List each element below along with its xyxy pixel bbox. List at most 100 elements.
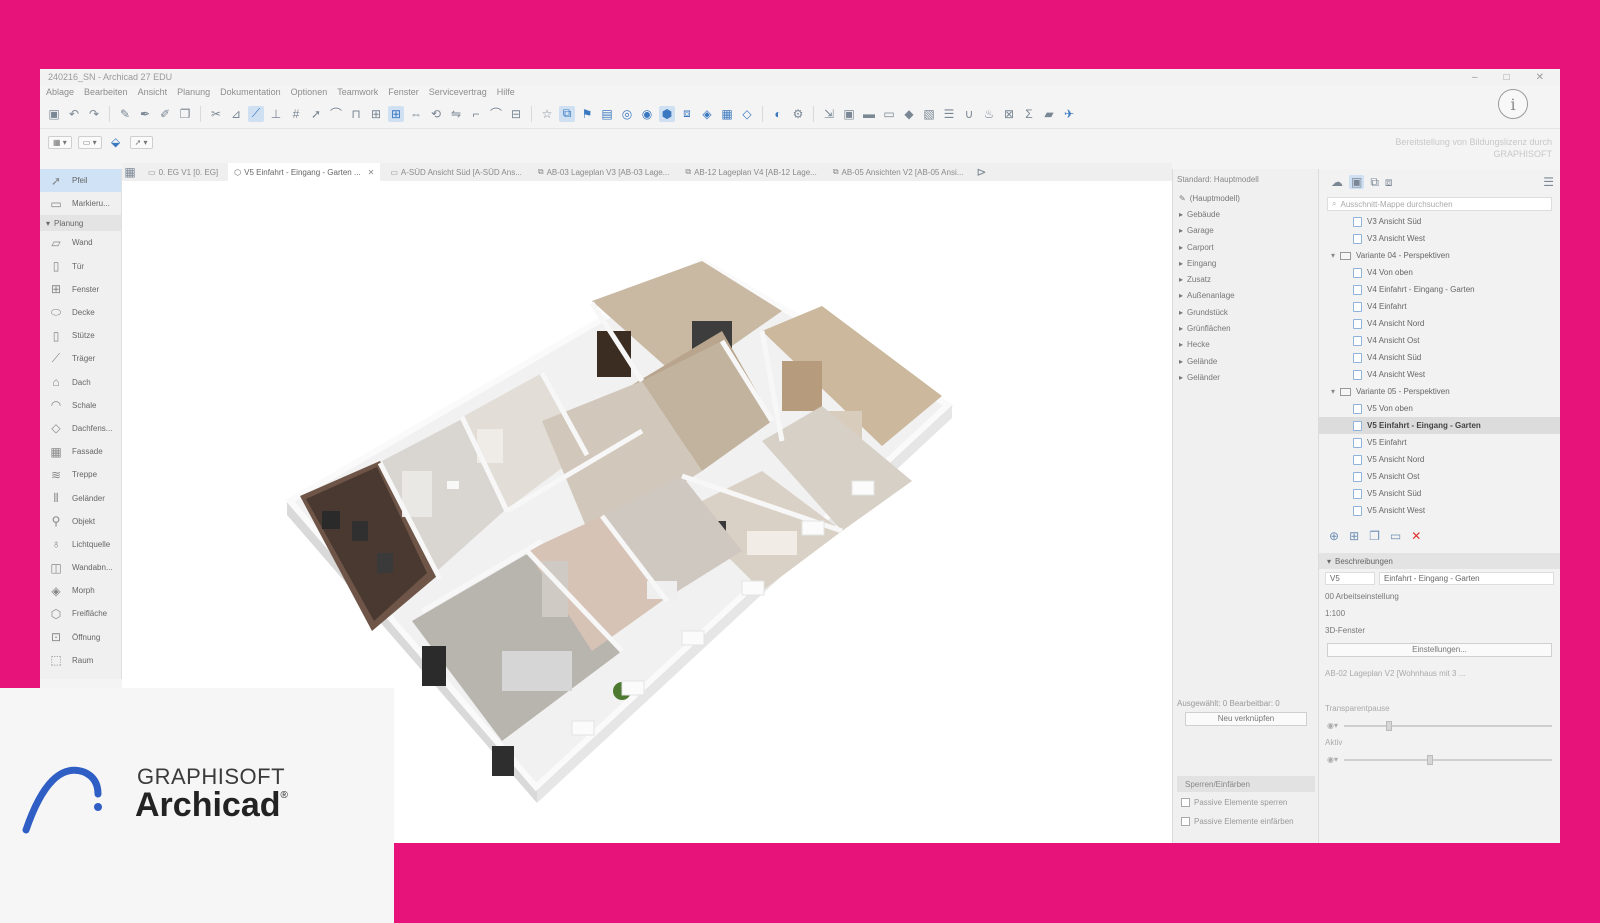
- layout-icon[interactable]: ⧉: [559, 105, 575, 122]
- clone-icon[interactable]: ❐: [1369, 529, 1380, 543]
- view-item[interactable]: V5 Ansicht Nord: [1319, 451, 1560, 468]
- chat-icon[interactable]: ▰: [1041, 106, 1057, 122]
- view-item[interactable]: V4 Ansicht Ost: [1319, 332, 1560, 349]
- view-item[interactable]: V4 Einfahrt: [1319, 298, 1560, 315]
- tab-item[interactable]: ⧉ AB-03 Lageplan V3 [AB-03 Lage...: [532, 163, 675, 181]
- menu-item[interactable]: Bearbeiten: [84, 87, 128, 97]
- brush-icon[interactable]: ✐: [157, 106, 173, 122]
- profile-icon[interactable]: ∪: [961, 106, 977, 122]
- favorites-icon[interactable]: ☆: [539, 106, 555, 122]
- tool-morph[interactable]: ◈ Morph: [40, 579, 121, 602]
- tool-railing[interactable]: ⫴ Geländer: [40, 486, 121, 509]
- view-id-field[interactable]: V5: [1325, 572, 1375, 585]
- lock-icon[interactable]: ⊓: [348, 106, 364, 122]
- view-item[interactable]: V5 Ansicht West: [1319, 502, 1560, 519]
- menu-item[interactable]: Ablage: [46, 87, 74, 97]
- navigator-item[interactable]: ▸ Geländer: [1173, 369, 1318, 385]
- calc-icon[interactable]: ⊠: [1001, 106, 1017, 122]
- menu-item[interactable]: Ansicht: [138, 87, 168, 97]
- view-folder[interactable]: ▾ Variante 04 - Perspektiven: [1319, 247, 1560, 264]
- list-icon[interactable]: ☰: [941, 106, 957, 122]
- active-slider[interactable]: ◉▾: [1319, 751, 1560, 768]
- transparency-slider[interactable]: ◉▾: [1319, 717, 1560, 734]
- view-name-field[interactable]: Einfahrt - Eingang - Garten: [1379, 572, 1554, 585]
- cloud-icon[interactable]: ☁: [1331, 175, 1343, 189]
- chevron-down-icon[interactable]: ▾: [1331, 251, 1335, 260]
- tool-door[interactable]: ▯ Tür: [40, 255, 121, 278]
- tool-stair[interactable]: ≋ Treppe: [40, 463, 121, 486]
- pointer-icon[interactable]: ➚: [308, 106, 324, 122]
- cut-icon[interactable]: ✂: [208, 106, 224, 122]
- table-icon[interactable]: ⊞: [368, 106, 384, 122]
- menu-item[interactable]: Planung: [177, 87, 210, 97]
- navigator-item[interactable]: ▸ Gelände: [1173, 353, 1318, 369]
- navigator-item[interactable]: ▸ Garage: [1173, 223, 1318, 239]
- view-item[interactable]: V5 Von oben: [1319, 400, 1560, 417]
- pipette-icon[interactable]: ✎: [117, 106, 133, 122]
- tool-skylight[interactable]: ◇ Dachfens...: [40, 417, 121, 440]
- close-icon[interactable]: ✕: [1536, 72, 1544, 83]
- menu-item[interactable]: Teamwork: [337, 87, 378, 97]
- menu-item[interactable]: Servicevertrag: [429, 87, 487, 97]
- 3d-icon[interactable]: ⬢: [659, 105, 675, 122]
- offset-icon[interactable]: ⌐: [468, 106, 484, 122]
- tool-roof[interactable]: ⌂ Dach: [40, 371, 121, 394]
- tool-slab[interactable]: ⬭ Decke: [40, 301, 121, 324]
- view-item[interactable]: V5 Ansicht Süd: [1319, 485, 1560, 502]
- document-icon[interactable]: ▦: [719, 106, 735, 122]
- selection-dropdown[interactable]: ➚ ▾: [129, 135, 153, 149]
- linked-layout[interactable]: AB-02 Lageplan V2 [Wohnhaus mit 3 ...: [1319, 661, 1560, 686]
- tool-window[interactable]: ⊞ Fenster: [40, 278, 121, 301]
- worksheet-icon[interactable]: ◈: [699, 106, 715, 122]
- tab-item[interactable]: ⧉ AB-12 Lageplan V4 [AB-12 Lage...: [679, 163, 822, 181]
- navigator-item[interactable]: ▸ Carport: [1173, 239, 1318, 255]
- navigator-item[interactable]: ▸ Grünflächen: [1173, 320, 1318, 336]
- tab-item-active[interactable]: ⬡ V5 Einfahrt - Eingang - Garten ... ✕: [228, 163, 381, 181]
- stretch-icon[interactable]: ⇔: [408, 106, 424, 122]
- tool-room[interactable]: ⬚ Raum: [40, 649, 121, 672]
- settings-button[interactable]: Einstellungen...: [1327, 643, 1552, 657]
- navigator-item[interactable]: ▸ Grundstück: [1173, 304, 1318, 320]
- copy-icon[interactable]: ❐: [177, 106, 193, 122]
- wall-tool-icon[interactable]: ▬: [861, 106, 877, 122]
- tab-menu-icon[interactable]: ⊳: [973, 164, 989, 180]
- tab-item[interactable]: ⧉ AB-05 Ansichten V2 [AB-05 Ansi...: [827, 163, 970, 181]
- view-folder[interactable]: ▾ Variante 05 - Perspektiven: [1319, 383, 1560, 400]
- grid-icon[interactable]: #: [288, 106, 304, 122]
- lock-section-header[interactable]: Sperren/Einfärben: [1177, 776, 1315, 792]
- pen-icon[interactable]: ✒: [137, 106, 153, 122]
- section-icon[interactable]: ◎: [619, 106, 635, 122]
- guide-icon[interactable]: ⊥: [268, 106, 284, 122]
- view-item[interactable]: V4 Ansicht Nord: [1319, 315, 1560, 332]
- panel-menu-icon[interactable]: ☰: [1543, 175, 1560, 189]
- flag-icon[interactable]: ⚑: [579, 106, 595, 122]
- fillet-icon[interactable]: ⌒: [488, 106, 504, 122]
- view-item[interactable]: V4 Von oben: [1319, 264, 1560, 281]
- roof-tool-icon[interactable]: ◆: [901, 106, 917, 122]
- chevron-down-icon[interactable]: ▾: [1331, 387, 1335, 396]
- view-item[interactable]: V4 Einfahrt - Eingang - Garten: [1319, 281, 1560, 298]
- menu-item[interactable]: Optionen: [291, 87, 328, 97]
- undo-icon[interactable]: ↶: [66, 106, 82, 122]
- rotate-icon[interactable]: ⟲: [428, 106, 444, 122]
- tool-wall[interactable]: ▱ Wand: [40, 231, 121, 254]
- lamp-toolbar-icon[interactable]: ♨: [981, 106, 997, 122]
- save-view-icon[interactable]: ⊞: [1349, 529, 1359, 543]
- detail-icon[interactable]: ⧈: [679, 106, 695, 122]
- line-tool-icon[interactable]: ⟋: [248, 105, 264, 122]
- magnet-icon[interactable]: ⌒: [328, 106, 344, 122]
- info-icon[interactable]: i: [1498, 89, 1528, 119]
- tool-curtain-wall[interactable]: ▦ Fassade: [40, 440, 121, 463]
- tool-column[interactable]: ▯ Stütze: [40, 324, 121, 347]
- color-passive-checkbox[interactable]: Passive Elemente einfärben: [1177, 811, 1315, 830]
- layer-dropdown[interactable]: ▦ ▾: [48, 135, 72, 149]
- tool-object[interactable]: ⚲ Objekt: [40, 510, 121, 533]
- elevation-icon[interactable]: ◉: [639, 106, 655, 122]
- menu-item[interactable]: Hilfe: [497, 87, 515, 97]
- tool-opening[interactable]: ⊡ Öffnung: [40, 626, 121, 649]
- lock-passive-checkbox[interactable]: Passive Elemente sperren: [1177, 792, 1315, 811]
- export-icon[interactable]: ⇲: [821, 106, 837, 122]
- tool-marquee[interactable]: ▭ Markieru...: [40, 192, 121, 215]
- menu-item[interactable]: Fenster: [388, 87, 419, 97]
- publish-icon[interactable]: ▣: [841, 106, 857, 122]
